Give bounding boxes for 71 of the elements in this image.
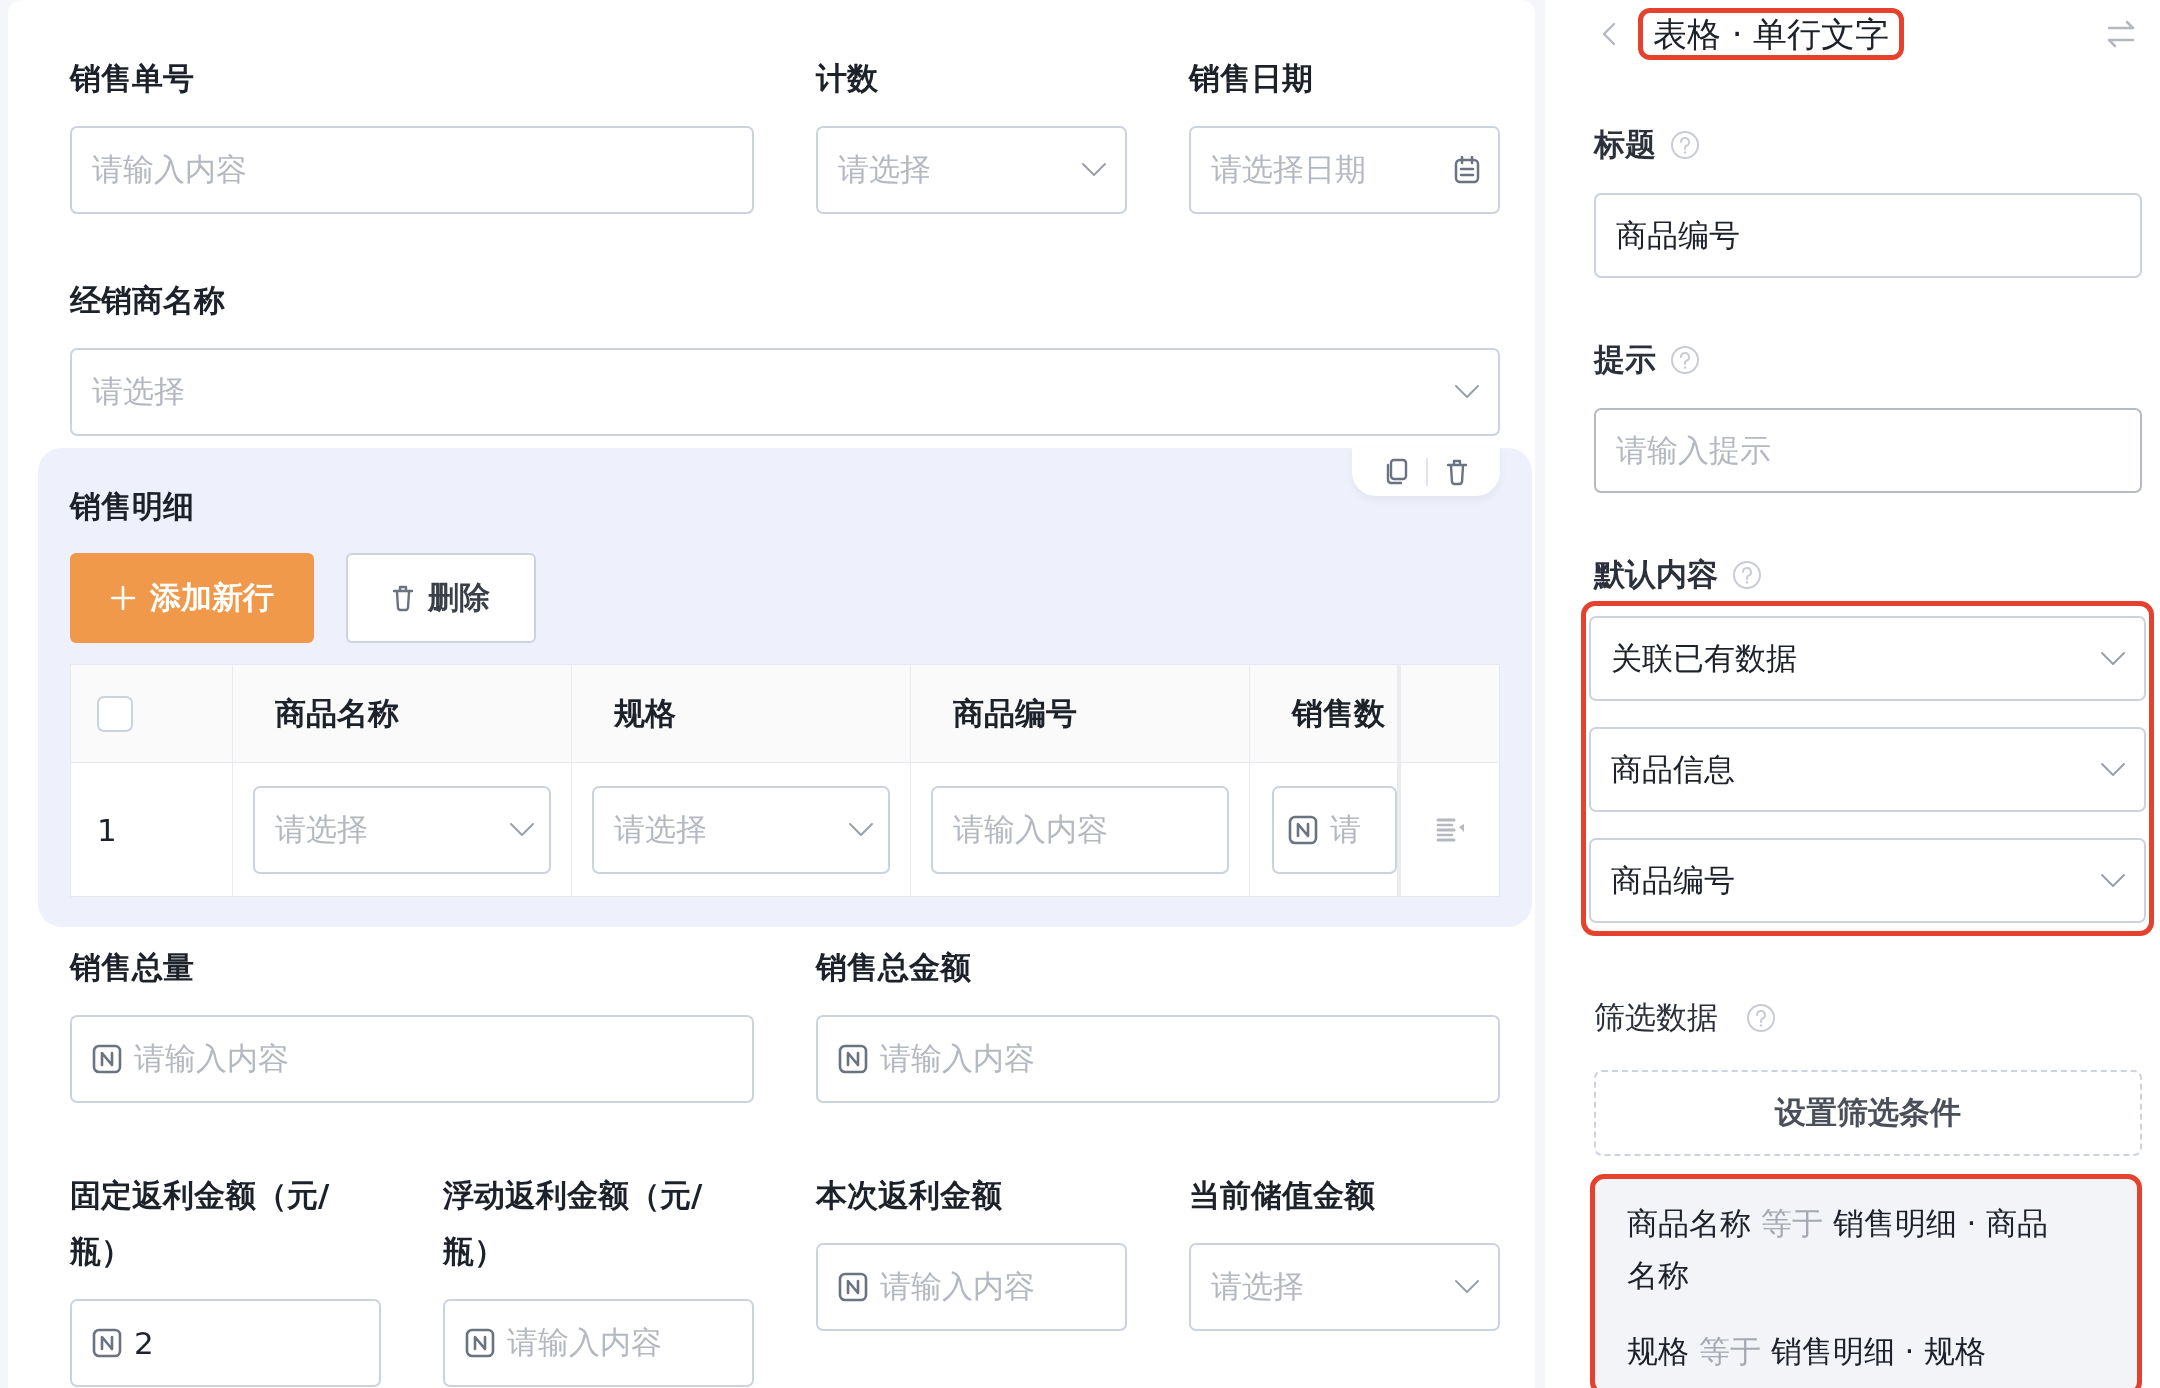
panel-title: 表格 · 单行文字 — [1638, 8, 1905, 60]
column-header: 商品编号 — [953, 693, 1077, 733]
filter-condition: 规格 等于 销售明细 · 规格 — [1627, 1332, 1988, 1371]
filter-condition: 商品名称 等于 销售明细 · 商品名称 — [1627, 1204, 2050, 1295]
number-input[interactable]: 请输入内容 — [443, 1299, 754, 1387]
add-row-button[interactable]: 添加新行 — [70, 553, 314, 643]
select-all-checkbox[interactable] — [97, 695, 133, 732]
select-field[interactable]: 关联已有数据 — [1589, 616, 2146, 701]
column-header: 商品名称 — [275, 693, 399, 733]
text-input[interactable]: 请输入内容 — [931, 785, 1229, 874]
field-label: 固定返利金额（元/瓶） — [70, 1176, 331, 1271]
text-input[interactable]: 请输入内容 — [70, 126, 754, 214]
plus-icon — [110, 585, 136, 611]
setting-label: 提示 — [1594, 340, 1656, 379]
select-field[interactable]: 请选择 — [253, 785, 551, 874]
field-label: 本次返利金额 — [816, 1176, 1003, 1215]
text-input[interactable]: 请输入提示 — [1594, 408, 2142, 493]
number-input[interactable]: 请输入内容 — [70, 1015, 754, 1103]
select-field[interactable]: 请选择 — [1189, 1243, 1500, 1331]
help-icon — [1670, 130, 1700, 160]
number-input[interactable]: 2 — [70, 1299, 381, 1387]
field-label: 销售总金额 — [816, 948, 972, 987]
chevron-down-icon — [1454, 384, 1480, 400]
delete-button[interactable]: 删除 — [346, 553, 536, 643]
number-type-icon — [92, 1044, 122, 1074]
number-type-icon — [92, 1328, 122, 1358]
select-field[interactable]: 请选择 — [816, 126, 1127, 214]
set-filter-button[interactable]: 设置筛选条件 — [1594, 1070, 2142, 1156]
chevron-down-icon — [2100, 761, 2126, 778]
trash-icon[interactable] — [1446, 458, 1468, 486]
number-type-icon — [1288, 814, 1318, 845]
date-picker[interactable]: 请选择日期 — [1189, 126, 1500, 214]
select-field[interactable]: 商品信息 — [1589, 727, 2146, 812]
column-header: 销售数 — [1292, 693, 1385, 733]
field-label: 销售单号 — [70, 59, 195, 98]
field-label: 计数 — [816, 59, 879, 98]
chevron-down-icon — [1454, 1279, 1480, 1295]
setting-label: 默认内容 — [1594, 555, 1718, 594]
field-label: 浮动返利金额（元/瓶） — [443, 1176, 704, 1271]
chevron-down-icon — [509, 821, 535, 838]
number-type-icon — [465, 1328, 495, 1358]
help-icon — [1670, 345, 1700, 375]
copy-icon[interactable] — [1384, 458, 1408, 486]
select-field[interactable]: 请选择 — [592, 785, 890, 874]
text-input[interactable]: 商品编号 — [1594, 193, 2142, 278]
chevron-down-icon — [2100, 650, 2126, 667]
back-chevron-icon[interactable] — [1602, 22, 1616, 46]
help-icon — [1746, 1003, 1776, 1033]
number-input[interactable]: 请输入内容 — [816, 1243, 1127, 1331]
select-field[interactable]: 商品编号 — [1589, 838, 2146, 923]
setting-label: 标题 — [1594, 125, 1656, 164]
field-label: 销售总量 — [70, 948, 195, 987]
trash-icon — [392, 584, 414, 612]
chevron-down-icon — [848, 821, 874, 838]
number-type-icon — [838, 1272, 868, 1302]
setting-label: 筛选数据 — [1594, 998, 1718, 1037]
number-type-icon — [838, 1044, 868, 1074]
number-input[interactable]: 请输入内容 — [816, 1015, 1500, 1103]
swap-icon[interactable] — [2106, 20, 2136, 48]
select-field[interactable]: 请选择 — [70, 348, 1500, 436]
help-icon — [1732, 560, 1762, 590]
chevron-down-icon — [2100, 872, 2126, 889]
chevron-down-icon — [1081, 162, 1107, 178]
calendar-icon — [1454, 156, 1480, 184]
column-header: 规格 — [614, 693, 676, 733]
field-label: 经销商名称 — [70, 281, 226, 320]
field-label: 销售日期 — [1189, 59, 1314, 98]
section-title: 销售明细 — [70, 487, 195, 526]
field-label: 当前储值金额 — [1189, 1176, 1376, 1215]
number-input[interactable]: 请 — [1272, 785, 1397, 874]
row-number: 1 — [97, 811, 117, 848]
